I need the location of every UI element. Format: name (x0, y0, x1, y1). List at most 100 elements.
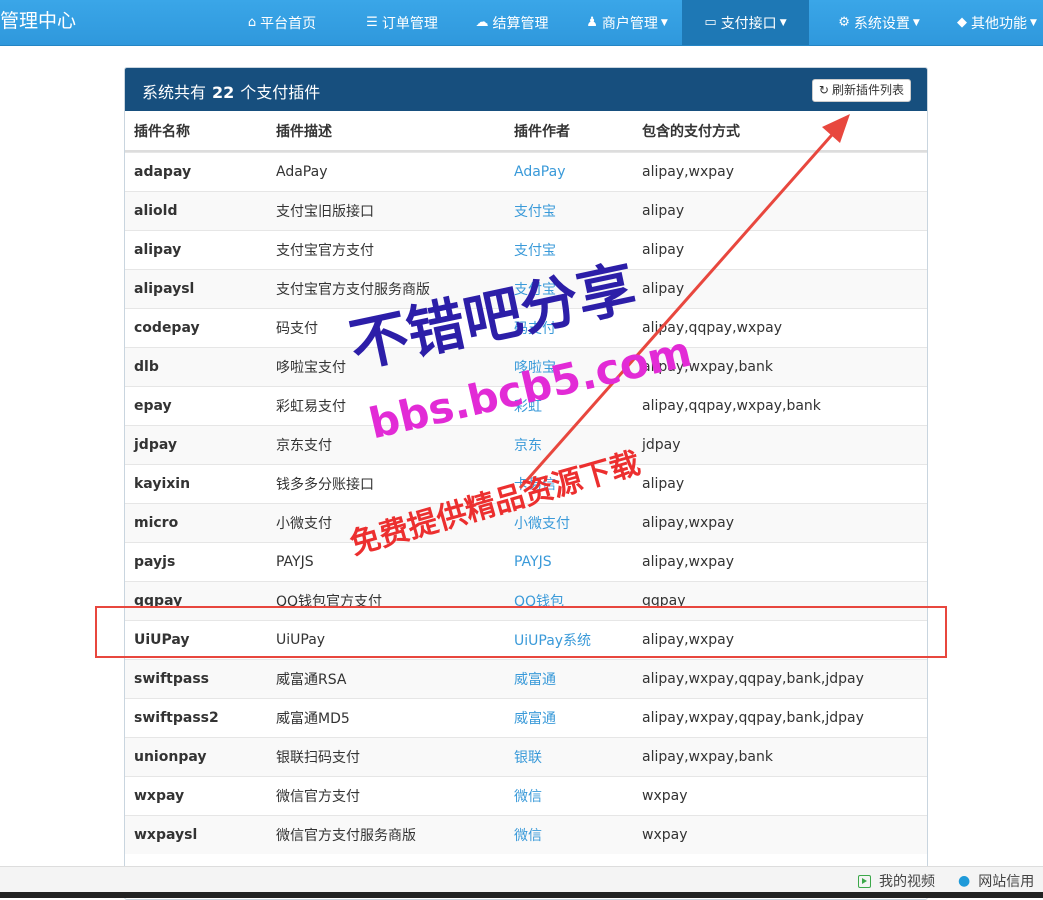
pay-methods: wxpay (642, 788, 688, 804)
plugin-author-link[interactable]: 威富通 (514, 699, 556, 737)
plugin-name: swiftpass2 (134, 710, 219, 726)
plugin-author-link[interactable]: 彩虹 (514, 387, 542, 425)
header-plugin-desc: 插件描述 (276, 123, 332, 140)
plugin-author-link[interactable]: 微信 (514, 777, 542, 815)
refresh-label: 刷新插件列表 (831, 83, 904, 97)
nav-item-5[interactable]: ⚙ 系统设置 ▼ (824, 0, 934, 45)
table-row: codepay 码支付 码支付 alipay,qqpay,wxpay (125, 308, 927, 347)
plugin-author-link[interactable]: 京东 (514, 426, 542, 464)
gear-icon: ⚙ (838, 15, 850, 30)
site-credit-link[interactable]: ● 网站信用 (958, 871, 1034, 891)
plugin-author-link[interactable]: 银联 (514, 738, 542, 776)
plugin-name: kayixin (134, 476, 191, 492)
pay-methods: alipay,wxpay (642, 554, 735, 570)
nav-item-2[interactable]: ☁ 结算管理 (462, 0, 562, 45)
home-icon: ⌂ (247, 15, 257, 30)
plugin-name: UiUPay (134, 632, 190, 648)
plugin-desc: 支付宝旧版接口 (276, 204, 374, 220)
plugin-desc: 小微支付 (276, 516, 332, 532)
plugin-name: jdpay (134, 437, 177, 453)
nav-item-label: 支付接口 (720, 15, 777, 32)
plugin-author-link[interactable]: 支付宝 (514, 192, 556, 230)
nav-item-label: 其他功能 (971, 15, 1028, 32)
nav-item-1[interactable]: ☰ 订单管理 (347, 0, 457, 45)
pay-methods: alipay,wxpay (642, 632, 735, 648)
credit-card-icon: ▭ (704, 15, 717, 30)
plugin-desc: PAYJS (276, 554, 314, 570)
my-video-link[interactable]: 我的视频 (858, 871, 935, 891)
list-icon: ☰ (366, 15, 378, 30)
refresh-plugin-list-button[interactable]: ↻ 刷新插件列表 (811, 79, 911, 102)
pay-methods: wxpay (642, 827, 688, 843)
plugin-desc: 威富通RSA (276, 672, 347, 688)
table-row: epay 彩虹易支付 彩虹 alipay,qqpay,wxpay,bank (125, 386, 927, 425)
plugin-name: micro (134, 515, 179, 531)
pay-methods: alipay (642, 203, 685, 219)
plugin-author-link[interactable]: AdaPay (514, 153, 565, 191)
plugin-name: aliold (134, 203, 178, 219)
plugin-count: 22 (212, 83, 235, 102)
caret-down-icon: ▼ (779, 17, 787, 28)
pay-methods: alipay (642, 476, 685, 492)
title-prefix: 系统共有 (142, 83, 207, 102)
pay-methods: alipay,qqpay,wxpay (642, 320, 783, 336)
plugin-author-link[interactable]: QQ钱包 (514, 582, 564, 620)
pay-methods: alipay (642, 281, 685, 297)
table-row: swiftpass2 威富通MD5 威富通 alipay,wxpay,qqpay,ba… (125, 698, 927, 737)
plugin-author-link[interactable]: 卡易信 (514, 465, 556, 503)
table-row: qqpay QQ钱包官方支付 QQ钱包 qqpay (125, 581, 927, 620)
plugin-author-link[interactable]: PAYJS (514, 543, 552, 581)
my-video-label: 我的视频 (879, 874, 935, 890)
cube-icon: ◆ (957, 15, 968, 30)
header-pay-methods: 包含的支付方式 (642, 123, 740, 140)
nav-item-4[interactable]: ▭ 支付接口 ▼ (682, 0, 809, 45)
table-row: swiftpass 威富通RSA 威富通 alipay,wxpay,qqpay,ban… (125, 659, 927, 698)
nav-item-label: 系统设置 (853, 15, 910, 32)
plugin-author-link[interactable]: UiUPay系统 (514, 621, 591, 659)
cloud-icon: ☁ (475, 15, 489, 30)
plugin-name: alipaysl (134, 281, 195, 297)
nav-item-0[interactable]: ⌂ 平台首页 (234, 0, 330, 45)
plugin-desc: 威富通MD5 (276, 711, 350, 727)
brand-title[interactable]: 管理中心 (0, 6, 76, 33)
table-row: unionpay 银联扫码支付 银联 alipay,wxpay,bank (125, 737, 927, 776)
pay-methods: alipay,wxpay,qqpay,bank,jdpay (642, 710, 864, 726)
plugin-desc: 微信官方支付 (276, 789, 360, 805)
plugin-name: swiftpass (134, 671, 209, 687)
pay-methods: qqpay (642, 593, 686, 609)
table-row: kayixin 钱多多分账接口 卡易信 alipay (125, 464, 927, 503)
plugin-desc: 微信官方支付服务商版 (276, 828, 416, 844)
plugin-desc: 钱多多分账接口 (276, 477, 374, 493)
caret-down-icon: ▼ (660, 17, 668, 28)
table-row: micro 小微支付 小微支付 alipay,wxpay (125, 503, 927, 542)
plugin-author-link[interactable]: 微信 (514, 816, 542, 854)
table-row: wxpay 微信官方支付 微信 wxpay (125, 776, 927, 815)
nav-item-label: 商户管理 (601, 15, 658, 32)
plugin-desc: 京东支付 (276, 438, 332, 454)
nav-item-6[interactable]: ◆ 其他功能 ▼ (947, 0, 1043, 45)
table-row: UiUPay UiUPay UiUPay系统 alipay,wxpay (125, 620, 927, 659)
plugin-desc: QQ钱包官方支付 (276, 594, 383, 610)
plugin-name: adapay (134, 164, 192, 180)
bottom-status-bar: 我的视频 ● 网站信用 (0, 866, 1043, 893)
plugin-desc: 支付宝官方支付 (276, 243, 374, 259)
table-row: payjs PAYJS PAYJS alipay,wxpay (125, 542, 927, 581)
plugin-author-link[interactable]: 支付宝 (514, 270, 556, 308)
pay-methods: alipay,wxpay (642, 515, 735, 531)
plugin-desc: 哆啦宝支付 (276, 360, 346, 376)
plugin-name: dlb (134, 359, 159, 375)
site-credit-label: 网站信用 (978, 874, 1035, 890)
table-header: 插件名称 插件描述 插件作者 包含的支付方式 (125, 111, 927, 152)
plugin-author-link[interactable]: 支付宝 (514, 231, 556, 269)
plugin-author-link[interactable]: 小微支付 (514, 504, 570, 542)
table-row: wxpaysl 微信官方支付服务商版 微信 wxpay (125, 815, 927, 854)
nav-item-3[interactable]: ♟ 商户管理 ▼ (577, 0, 677, 45)
plugin-name: payjs (134, 554, 176, 570)
pay-methods: alipay,qqpay,wxpay,bank (642, 398, 821, 414)
plugin-author-link[interactable]: 码支付 (514, 309, 556, 347)
refresh-icon: ↻ (818, 83, 829, 97)
title-suffix: 个支付插件 (240, 83, 321, 102)
plugin-author-link[interactable]: 哆啦宝 (514, 348, 556, 386)
caret-down-icon: ▼ (912, 17, 920, 28)
plugin-author-link[interactable]: 威富通 (514, 660, 556, 698)
